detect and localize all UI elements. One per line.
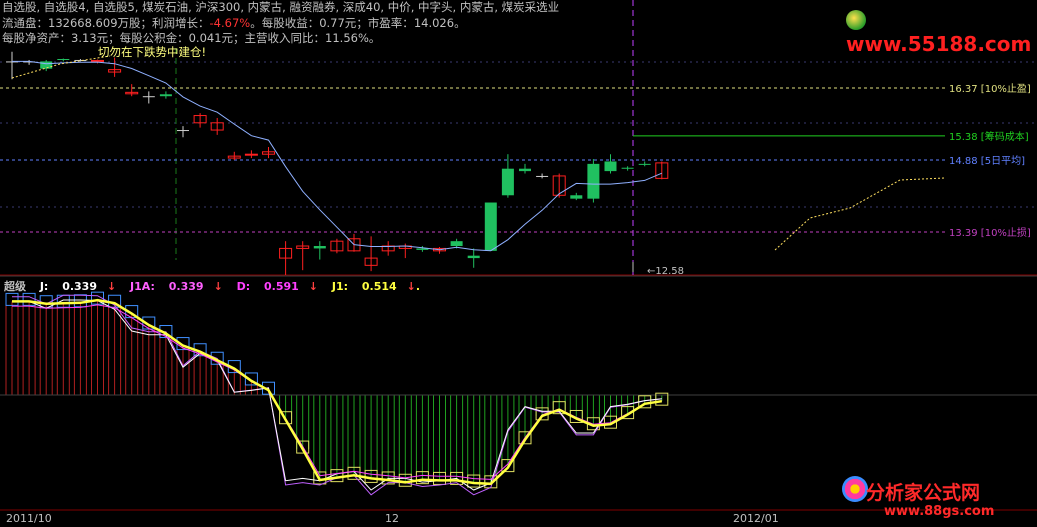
- d-label: D:: [236, 280, 251, 293]
- logo-55188: www.55188.com: [846, 8, 1037, 56]
- indicator-panel: [0, 291, 1037, 496]
- price-level-lines: 16.37 [10%止盈] 15.38 [筹码成本] 14.88 [5日平均] 13.…: [0, 83, 1031, 277]
- candle-body: [501, 168, 514, 196]
- candle-body: [159, 94, 172, 97]
- d-value: 0.591: [264, 280, 299, 293]
- candle-body: [638, 163, 651, 165]
- candle-body: [91, 59, 104, 62]
- candle-body: [74, 59, 87, 61]
- candle-body: [450, 241, 463, 247]
- logo-sub-text: www.88gs.com: [884, 504, 995, 519]
- value-reserve: 0.041元: [188, 31, 234, 45]
- header-line-2: 流通盘：132668.609万股；利润增长：-4.67%。每股收益：0.77元；…: [2, 16, 466, 30]
- stock-chart: 16.37 [10%止盈] 15.38 [筹码成本] 14.88 [5日平均] 13.…: [0, 0, 1037, 511]
- j1-label: J1:: [331, 280, 349, 293]
- value-pe: 14.026: [413, 16, 455, 30]
- warning-text: 切勿在下跌势中建仓!: [98, 45, 207, 59]
- value-float-shares: 132668.609万股: [48, 16, 141, 30]
- flower-icon: [842, 476, 868, 502]
- globe-icon: [846, 10, 866, 30]
- candle-body: [604, 161, 617, 172]
- header-line-1: 自选股, 自选股4, 自选股5, 煤炭石油, 沪深300, 内蒙古, 融资融券,…: [2, 0, 559, 14]
- price-level-label: 15.38 [筹码成本]: [949, 130, 1029, 143]
- candle-body: [536, 175, 549, 177]
- j1-value: 0.514: [361, 280, 397, 293]
- candlestick-series: [6, 51, 669, 276]
- price-level-label: 13.39 [10%止损]: [949, 226, 1031, 239]
- ma-line: [12, 60, 662, 252]
- j1a-value: 0.339: [168, 280, 204, 293]
- j-label: J:: [39, 280, 49, 293]
- header-line-3: 每股净资产：3.13元；每股公积金：0.041元；主营收入同比：11.56%。: [2, 31, 380, 45]
- date-label: 12: [385, 512, 399, 525]
- j-value: 0.339: [62, 280, 97, 293]
- value-eps: 0.77元: [319, 16, 357, 30]
- label-revenue-growth: ；主营收入同比：: [233, 31, 326, 45]
- sector-list: 自选股, 自选股4, 自选股5, 煤炭石油, 沪深300, 内蒙古, 融资融券,…: [2, 0, 560, 14]
- indicator-name: 超级: [4, 280, 26, 293]
- label-profit-growth: ；利润增长：: [140, 16, 210, 30]
- candle-body: [467, 255, 480, 259]
- candle-body: [621, 167, 634, 169]
- price-level-label: 14.88 [5日平均]: [949, 155, 1025, 167]
- candle-body: [587, 163, 600, 199]
- logo-main-text: 分析家公式网: [866, 482, 981, 504]
- candle-body: [177, 130, 189, 132]
- price-level-label: 16.37 [10%止盈]: [949, 83, 1031, 95]
- indicator-legend: 超级 J: 0.339 ↓ J1A: 0.339 ↓ D: 0.591 ↓ J1: 0…: [4, 280, 421, 293]
- label-pe: ；市盈率：: [356, 16, 414, 30]
- candle-body: [57, 59, 70, 61]
- value-revenue-growth: 11.56%: [325, 31, 369, 45]
- candle-body: [484, 202, 497, 251]
- candle-body: [313, 246, 326, 249]
- logo-88gs: 分析家公式网 www.88gs.com: [838, 470, 1037, 526]
- candle-body: [570, 195, 583, 199]
- label-float-shares: 流通盘：: [2, 16, 48, 30]
- date-label: 2011/10: [6, 512, 52, 525]
- low-price-label: ←12.58: [647, 266, 684, 277]
- label-bvps: 每股净资产：: [2, 31, 71, 45]
- value-profit-growth: -4.67%: [209, 16, 251, 30]
- j1a-label: J1A:: [130, 280, 155, 293]
- candle-body: [244, 153, 258, 156]
- moving-average-line: [11, 55, 946, 252]
- period: 。: [454, 16, 466, 30]
- label-eps: 。每股收益：: [250, 16, 320, 30]
- label-reserve: ；每股公积金：: [108, 31, 189, 45]
- value-bvps: 3.13元: [71, 31, 109, 45]
- period: 。: [368, 31, 381, 45]
- candle-body: [40, 61, 53, 69]
- logo-text: www.55188.com: [846, 32, 1032, 56]
- ma-short-line: [774, 177, 946, 251]
- candle-body: [519, 168, 531, 172]
- date-label: 2012/01: [733, 512, 779, 525]
- candle-body: [142, 96, 155, 98]
